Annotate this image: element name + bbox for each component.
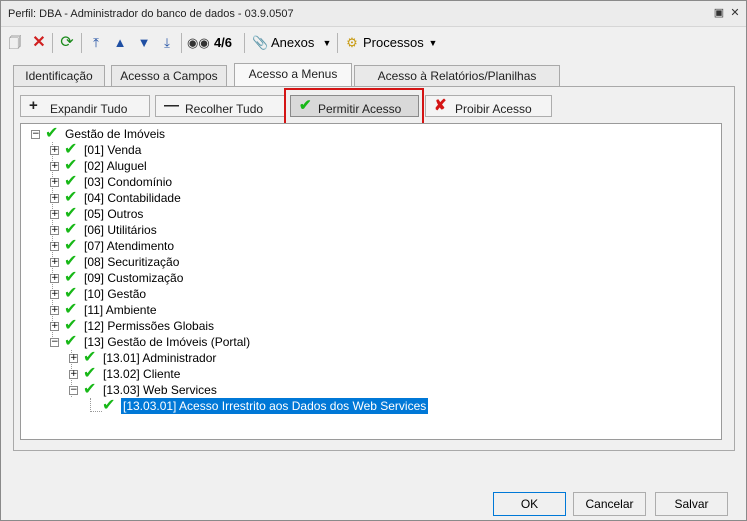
expand-icon[interactable]: + xyxy=(50,258,59,267)
toolbar-separator xyxy=(337,33,338,53)
record-counter: 4/6 xyxy=(213,35,233,50)
tab-label: Acesso a Campos xyxy=(120,69,218,83)
menu-tree[interactable]: − ✔ Gestão de Imóveis + ✔ [01] Venda + ✔… xyxy=(20,123,722,440)
collapse-icon[interactable]: − xyxy=(69,386,78,395)
tab-label: Acesso a Menus xyxy=(248,67,338,81)
expand-icon[interactable]: + xyxy=(50,210,59,219)
tree-node-label: [04] Contabilidade xyxy=(84,191,181,205)
tree-node-label: [10] Gestão xyxy=(84,287,147,301)
title-bar: Perfil: DBA - Administrador do banco de … xyxy=(1,1,746,27)
checkmark-icon: ✔ xyxy=(45,123,59,142)
deny-access-button[interactable]: ✘ Proibir Acesso xyxy=(425,95,552,117)
tree-node-label: [08] Securitização xyxy=(84,255,180,269)
tab-label: Identificação xyxy=(25,69,93,83)
tree-node-label: [13.01] Administrador xyxy=(103,351,217,365)
processos-button[interactable]: Processos xyxy=(363,32,425,54)
toolbar-separator xyxy=(52,33,53,53)
toolbar-separator xyxy=(181,33,182,53)
checkmark-icon: ✔ xyxy=(83,379,97,398)
profile-window: Perfil: DBA - Administrador do banco de … xyxy=(0,0,747,521)
tree-node-label: Gestão de Imóveis xyxy=(65,127,166,141)
tree-node-label: [13.03.01] Acesso Irrestrito aos Dados d… xyxy=(119,397,430,415)
restore-icon[interactable]: ▣ xyxy=(712,6,726,20)
binoculars-icon[interactable]: ◉◉ xyxy=(187,32,210,54)
expand-icon[interactable]: + xyxy=(50,178,59,187)
save-label: Salvar xyxy=(674,497,709,511)
checkmark-icon: ✔ xyxy=(64,331,78,350)
new-document-icon[interactable]: 🗍 xyxy=(7,32,23,54)
close-icon[interactable]: ✕ xyxy=(728,6,742,20)
collapse-icon[interactable]: − xyxy=(31,130,40,139)
tab-acesso-campos[interactable]: Acesso a Campos xyxy=(111,65,227,86)
tab-identificacao[interactable]: Identificação xyxy=(13,65,105,86)
chevron-down-icon[interactable]: ▼ xyxy=(321,32,333,54)
anexos-button[interactable]: Anexos xyxy=(271,32,317,54)
expand-all-label: Expandir Tudo xyxy=(50,102,128,116)
collapse-all-button[interactable]: — Recolher Tudo xyxy=(155,95,285,117)
tree-node-label: [11] Ambiente xyxy=(84,303,157,317)
cancel-button[interactable]: Cancelar xyxy=(573,492,646,516)
gears-icon[interactable]: ⚙ xyxy=(343,32,361,54)
checkmark-icon: ✔ xyxy=(102,395,116,414)
window-title: Perfil: DBA - Administrador do banco de … xyxy=(8,8,294,20)
paperclip-icon[interactable]: 📎 xyxy=(252,32,268,54)
tab-label: Acesso à Relatórios/Planilhas xyxy=(377,69,537,83)
previous-record-icon[interactable]: ▲ xyxy=(111,32,129,54)
tree-node-label: [01] Venda xyxy=(84,143,142,157)
collapse-all-label: Recolher Tudo xyxy=(185,102,264,116)
minus-icon: — xyxy=(164,97,179,114)
expand-all-button[interactable]: + Expandir Tudo xyxy=(20,95,150,117)
tree-line xyxy=(90,398,91,412)
expand-icon[interactable]: + xyxy=(50,242,59,251)
tab-acesso-menus[interactable]: Acesso a Menus xyxy=(234,63,352,87)
expand-icon[interactable]: + xyxy=(50,274,59,283)
ok-label: OK xyxy=(520,497,539,511)
expand-icon[interactable]: + xyxy=(69,354,78,363)
plus-icon: + xyxy=(29,97,38,114)
tree-node-label: [13.03] Web Services xyxy=(103,383,217,397)
tree-node-label: [02] Aluguel xyxy=(84,159,147,173)
highlight-annotation xyxy=(284,88,424,128)
expand-icon[interactable]: + xyxy=(50,306,59,315)
tree-node-label: [07] Atendimento xyxy=(84,239,175,253)
expand-icon[interactable]: + xyxy=(50,226,59,235)
expand-icon[interactable]: + xyxy=(50,146,59,155)
first-record-icon[interactable]: ⤒ xyxy=(87,32,105,54)
refresh-icon[interactable]: ⟳ xyxy=(57,32,77,54)
tree-node-label: [05] Outros xyxy=(84,207,144,221)
save-button[interactable]: Salvar xyxy=(655,492,728,516)
last-record-icon[interactable]: ⤓ xyxy=(158,32,176,54)
expand-icon[interactable]: + xyxy=(50,322,59,331)
chevron-down-icon[interactable]: ▼ xyxy=(427,32,439,54)
delete-icon[interactable]: ✕ xyxy=(30,32,48,54)
tree-node-label: [13.02] Cliente xyxy=(103,367,181,381)
tree-line xyxy=(90,411,102,412)
expand-icon[interactable]: + xyxy=(50,194,59,203)
toolbar-separator xyxy=(244,33,245,53)
expand-icon[interactable]: + xyxy=(50,162,59,171)
next-record-icon[interactable]: ▼ xyxy=(135,32,153,54)
toolbar-separator xyxy=(81,33,82,53)
tree-node-label: [06] Utilitários xyxy=(84,223,157,237)
tab-acesso-relatorios[interactable]: Acesso à Relatórios/Planilhas xyxy=(354,65,560,86)
toolbar: 🗍 ✕ ⟳ ⤒ ▲ ▼ ⤓ ◉◉ 4/6 📎 Anexos ▼ ⚙ Proces… xyxy=(1,29,746,57)
expand-icon[interactable]: + xyxy=(50,290,59,299)
collapse-icon[interactable]: − xyxy=(50,338,59,347)
tree-node-label: [13] Gestão de Imóveis (Portal) xyxy=(84,335,251,349)
tree-node-label: [09] Customização xyxy=(84,271,184,285)
cancel-label: Cancelar xyxy=(585,497,634,511)
expand-icon[interactable]: + xyxy=(69,370,78,379)
ok-button[interactable]: OK xyxy=(493,492,566,516)
red-x-icon: ✘ xyxy=(434,97,447,114)
tree-node-label: [12] Permissões Globais xyxy=(84,319,215,333)
deny-access-label: Proibir Acesso xyxy=(455,102,532,116)
tree-node-label: [03] Condomínio xyxy=(84,175,173,189)
